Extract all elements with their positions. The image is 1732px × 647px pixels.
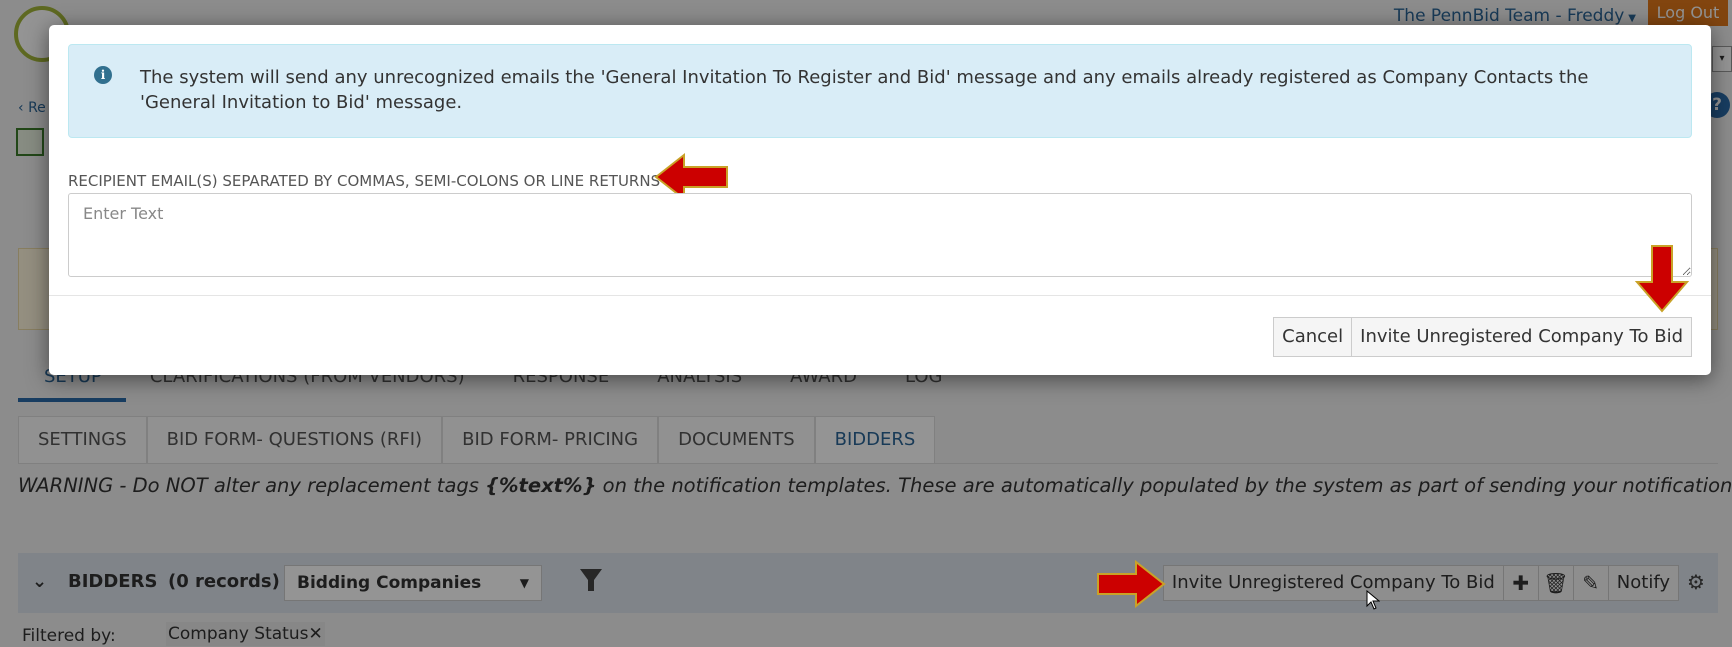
- modal-divider: [49, 295, 1711, 296]
- recipient-emails-label: RECIPIENT EMAIL(S) SEPARATED BY COMMAS, …: [68, 172, 661, 190]
- cancel-button[interactable]: Cancel: [1273, 317, 1353, 357]
- mouse-cursor-icon: [1366, 590, 1380, 610]
- info-alert: i The system will send any unrecognized …: [68, 44, 1692, 138]
- invite-modal: i The system will send any unrecognized …: [49, 25, 1711, 375]
- modal-footer: Cancel Invite Unregistered Company To Bi…: [1273, 317, 1692, 357]
- recipient-emails-input[interactable]: [68, 193, 1692, 277]
- annotation-arrow-right-icon: [1097, 560, 1166, 608]
- invite-submit-button[interactable]: Invite Unregistered Company To Bid: [1351, 317, 1692, 357]
- annotation-arrow-down-icon: [1634, 245, 1690, 313]
- info-icon: i: [94, 66, 112, 84]
- info-text: The system will send any unrecognized em…: [140, 67, 1589, 113]
